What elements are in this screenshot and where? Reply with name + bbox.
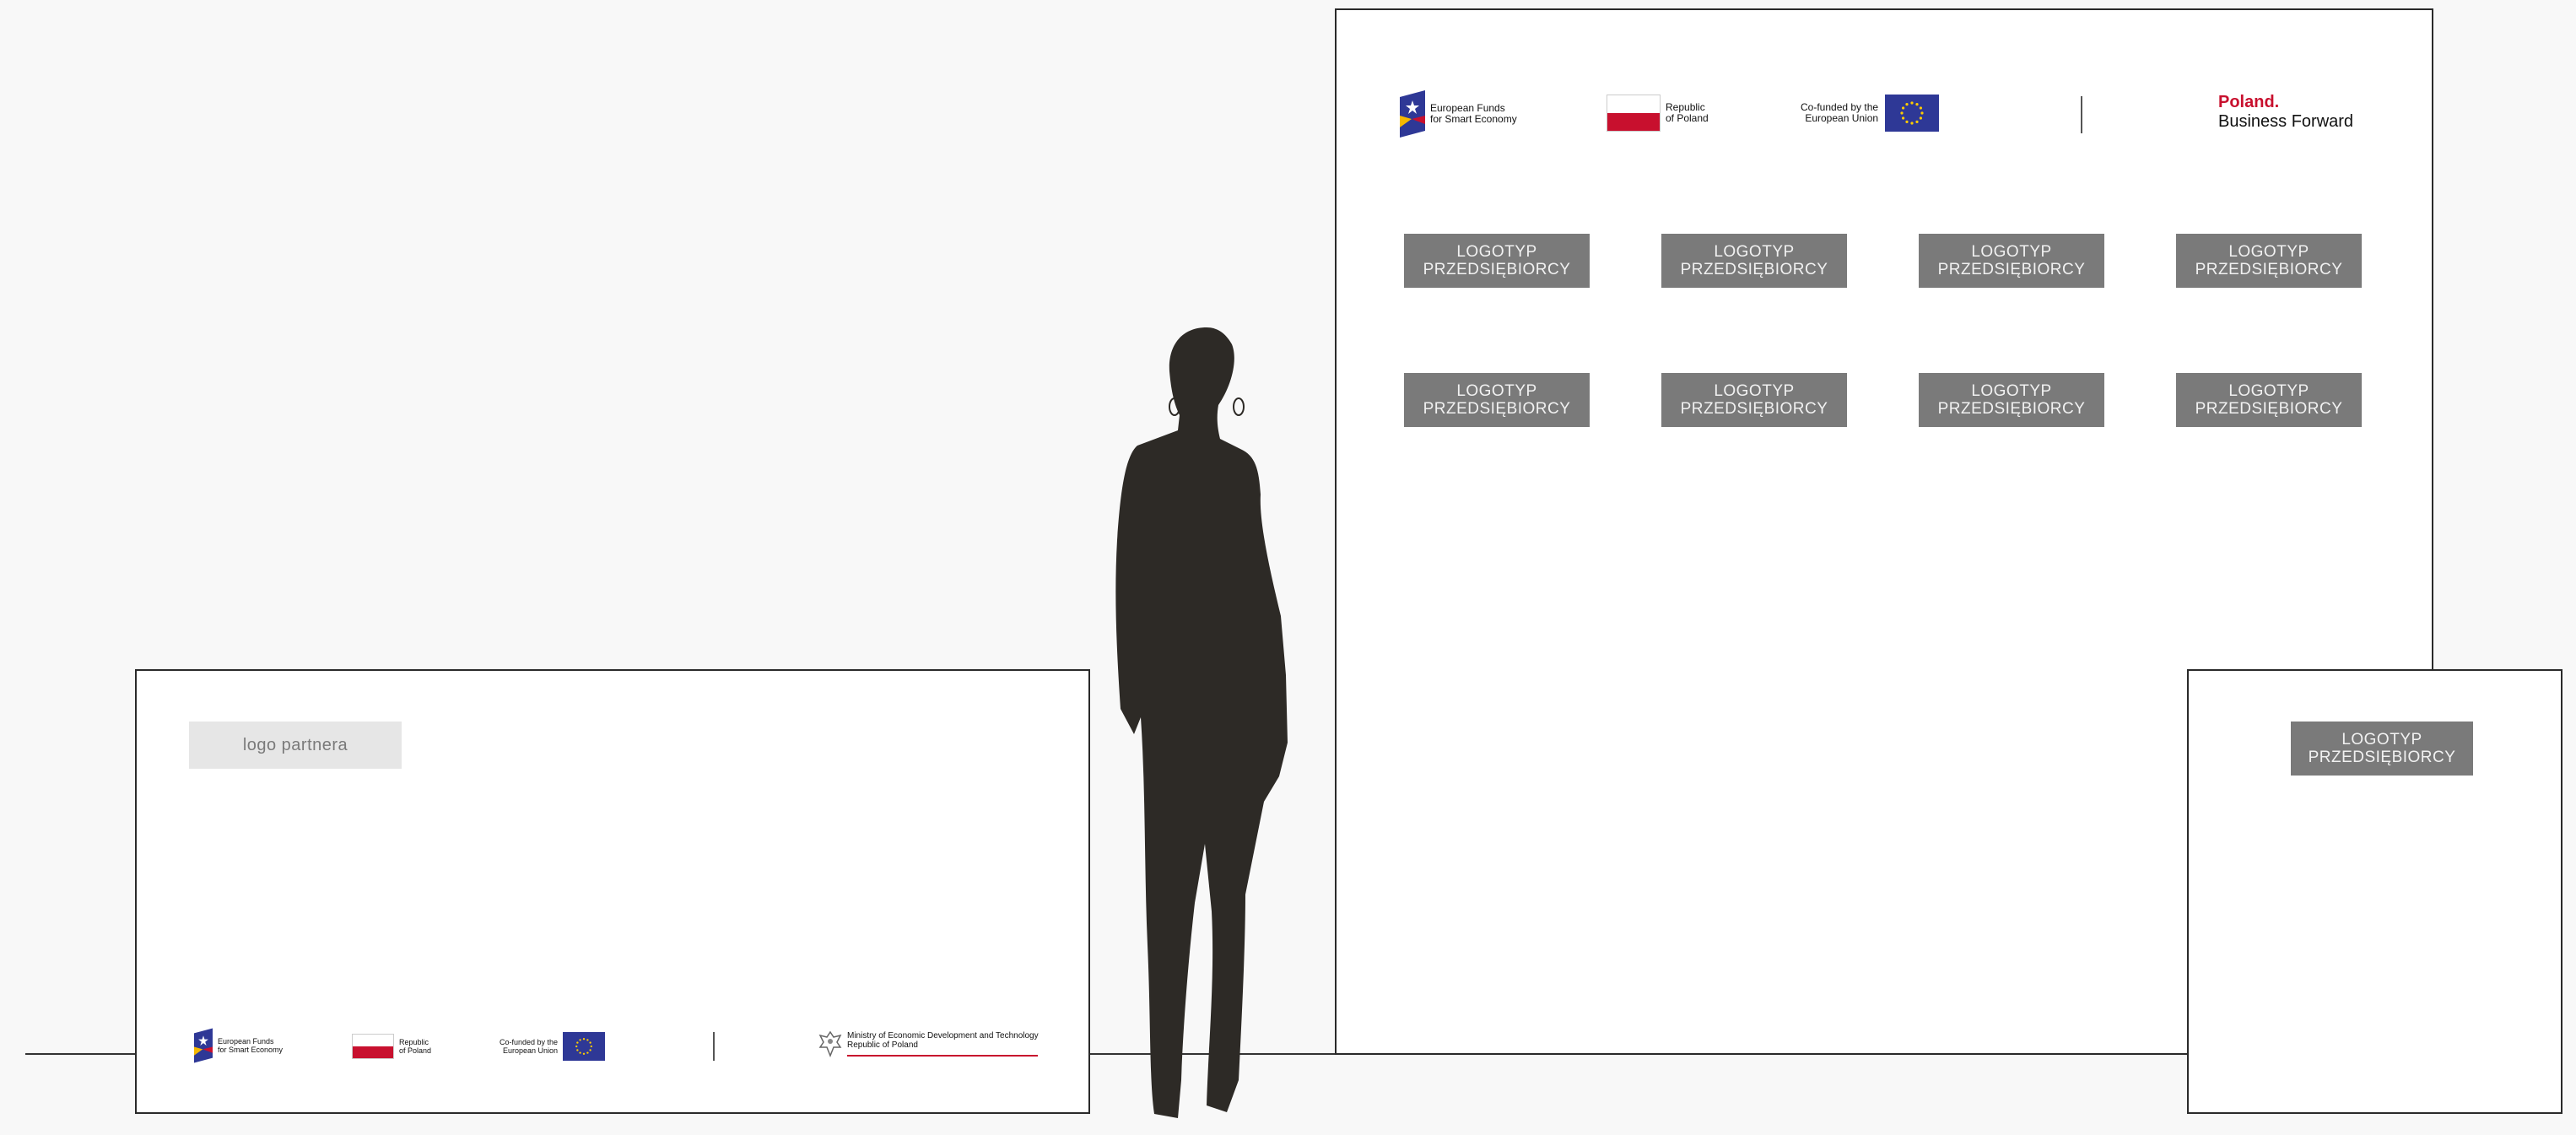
poland-line1: Republic	[399, 1038, 429, 1046]
company-logo-placeholder: LOGOTYP PRZEDSIĘBIORCY	[1661, 373, 1847, 427]
poland-line2: of Poland	[399, 1046, 432, 1055]
separator	[713, 1032, 715, 1061]
eu-flag-icon	[1885, 95, 1940, 132]
funds-icon	[1400, 90, 1425, 138]
right-counter-panel: LOGOTYP PRZEDSIĘBIORCY	[2187, 669, 2562, 1114]
eu-logo: Co-funded by the European Union	[500, 1032, 606, 1061]
poland-flag-icon	[1607, 95, 1661, 132]
company-logo-placeholder: LOGOTYP PRZEDSIĘBIORCY	[1919, 234, 2104, 288]
ministry-line1: Ministry of Economic Development and Tec…	[847, 1031, 1039, 1040]
funds-line2: for Smart Economy	[218, 1046, 284, 1054]
left-counter-panel: logo partnera European Funds for Smart E…	[135, 669, 1090, 1114]
poland-business-forward-logo: Poland. Business Forward	[2218, 93, 2353, 132]
company-logo-placeholder: LOGOTYP PRZEDSIĘBIORCY	[1404, 234, 1590, 288]
eagle-emblem-icon	[818, 1030, 842, 1057]
funds-icon	[194, 1028, 213, 1063]
eu-line1: Co-funded by the	[500, 1038, 559, 1046]
partner-logo-placeholder: logo partnera	[189, 722, 402, 769]
company-logo-placeholder: LOGOTYP PRZEDSIĘBIORCY	[2176, 373, 2362, 427]
poland-line2: of Poland	[1666, 112, 1709, 124]
company-logo-placeholder: LOGOTYP PRZEDSIĘBIORCY	[2291, 722, 2473, 776]
poland-flag-icon	[352, 1034, 394, 1059]
eu-logo: Co-funded by the European Union	[1801, 95, 1940, 132]
company-logo-placeholder: LOGOTYP PRZEDSIĘBIORCY	[2176, 234, 2362, 288]
poland-logo: Republic of Poland	[352, 1034, 431, 1059]
separator	[2081, 96, 2082, 133]
human-silhouette	[1115, 327, 1288, 1118]
funds-line2: for Smart Economy	[1430, 113, 1517, 125]
company-logo-placeholder: LOGOTYP PRZEDSIĘBIORCY	[1661, 234, 1847, 288]
eu-flag-icon	[563, 1032, 606, 1061]
brand-line1: Poland.	[2218, 93, 2280, 111]
ministry-logo: Ministry of Economic Development and Tec…	[818, 1030, 1039, 1057]
poland-logo: Republic of Poland	[1607, 95, 1709, 132]
eu-line2: European Union	[502, 1046, 559, 1055]
eu-line2: European Union	[1805, 112, 1879, 124]
funds-logo: European Funds for Smart Economy	[194, 1028, 283, 1063]
funds-line1: European Funds	[218, 1037, 274, 1046]
funds-logo: European Funds for Smart Economy	[1400, 90, 1517, 138]
ministry-line2: Republic of Poland	[847, 1040, 918, 1050]
ministry-underline	[847, 1055, 1038, 1057]
company-logo-placeholder: LOGOTYP PRZEDSIĘBIORCY	[1919, 373, 2104, 427]
brand-line2: Business Forward	[2218, 112, 2354, 131]
company-logo-placeholder: LOGOTYP PRZEDSIĘBIORCY	[1404, 373, 1590, 427]
